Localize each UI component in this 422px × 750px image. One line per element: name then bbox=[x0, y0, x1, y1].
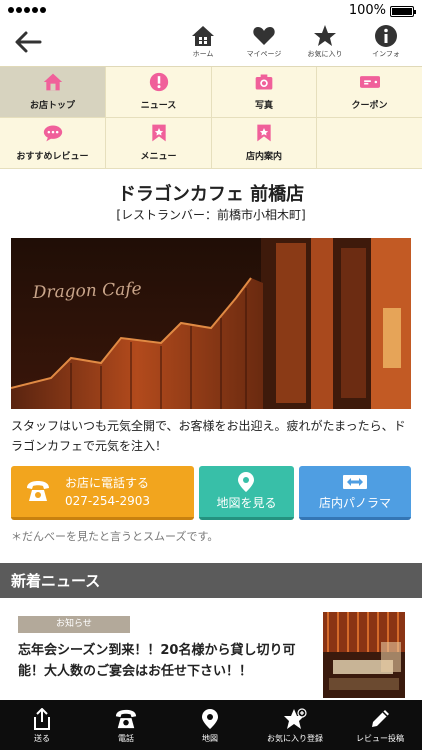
call-label: お店に電話する bbox=[65, 476, 150, 490]
star-icon bbox=[314, 25, 336, 46]
menu-item-menu[interactable]: メニュー bbox=[106, 118, 212, 169]
info-icon bbox=[375, 25, 397, 47]
menu-empty-cell bbox=[317, 118, 422, 169]
header-nav-mypage[interactable]: マイページ bbox=[239, 24, 289, 64]
header-nav-label: マイページ bbox=[246, 50, 282, 58]
news-section-header: 新着ニュース bbox=[0, 563, 422, 598]
view-map-button[interactable]: 地図を見る bbox=[199, 466, 294, 520]
back-arrow-icon[interactable] bbox=[12, 26, 44, 58]
menu-item-label: お店トップ bbox=[29, 101, 75, 111]
call-shop-button[interactable]: お店に電話する 027-254-2903 bbox=[11, 466, 194, 520]
menu-item-label: 店内案内 bbox=[245, 152, 282, 162]
phone-icon bbox=[27, 481, 49, 501]
shop-description: スタッフはいつも元気全開で、お客様をお出迎え。疲れがたまったら、ドラゴンカフェで… bbox=[11, 419, 406, 453]
panorama-button[interactable]: 店内パノラマ bbox=[299, 466, 411, 520]
tab-map[interactable]: 地図 bbox=[168, 700, 252, 750]
news-heading: 新着ニュース bbox=[11, 572, 101, 590]
map-label: 地図を見る bbox=[216, 496, 277, 510]
header-nav-label: お気に入り bbox=[307, 50, 343, 58]
tab-add-favorite[interactable]: お気に入り登録 bbox=[252, 700, 338, 750]
map-pin-icon bbox=[202, 709, 218, 729]
shop-menu-grid: お店トップ ニュース 写真 クーポン おすすめレビュー メニュー 店内案内 bbox=[0, 66, 422, 169]
menu-item-shop-top[interactable]: お店トップ bbox=[0, 67, 106, 118]
header: ホーム マイページ お気に入り インフォ bbox=[0, 22, 422, 66]
news-title: 忘年会シーズン到来！！20名様から貸し切り可能！大人数のご宴会はお任せ下さい！！ bbox=[18, 643, 296, 679]
heart-icon bbox=[253, 27, 275, 45]
tab-label: レビュー投稿 bbox=[356, 734, 404, 743]
header-nav-label: ホーム bbox=[192, 50, 214, 58]
alert-icon bbox=[149, 72, 168, 92]
share-icon bbox=[34, 708, 50, 730]
status-bar: 100% bbox=[0, 0, 422, 22]
tab-label: 送る bbox=[34, 734, 50, 743]
news-thumbnail-image bbox=[323, 612, 405, 698]
header-nav-info[interactable]: インフォ bbox=[361, 24, 411, 64]
battery-icon bbox=[390, 6, 416, 17]
tab-label: 電話 bbox=[118, 734, 134, 743]
panorama-label: 店内パノラマ bbox=[318, 496, 391, 510]
star-add-icon bbox=[284, 708, 307, 729]
bookmark-icon bbox=[151, 124, 166, 142]
tab-post-review[interactable]: レビュー投稿 bbox=[338, 700, 422, 750]
mention-note: ＊だんべーを見たと言うとスムーズです。 bbox=[11, 530, 219, 543]
home-icon bbox=[192, 26, 214, 46]
shop-photo: Dragon Cafe bbox=[11, 238, 411, 409]
menu-item-photos[interactable]: 写真 bbox=[212, 67, 317, 118]
menu-item-label: おすすめレビュー bbox=[16, 152, 89, 162]
photo-sign-text: Dragon Cafe bbox=[31, 279, 141, 303]
tab-label: お気に入り登録 bbox=[267, 734, 323, 743]
header-nav-label: インフォ bbox=[372, 50, 400, 58]
bottom-tab-bar: 送る 電話 地図 お気に入り登録 レビュー投稿 bbox=[0, 700, 422, 750]
menu-item-label: メニュー bbox=[140, 152, 177, 162]
phone-number: 027-254-2903 bbox=[65, 494, 151, 508]
shop-interior-image: Dragon Cafe bbox=[11, 238, 411, 409]
menu-item-reviews[interactable]: おすすめレビュー bbox=[0, 118, 106, 169]
shop-name: ドラゴンカフェ 前橋店 bbox=[117, 184, 305, 205]
chat-icon bbox=[43, 125, 62, 142]
menu-item-label: ニュース bbox=[140, 101, 177, 111]
news-category-badge: お知らせ bbox=[18, 616, 130, 633]
header-nav-home[interactable]: ホーム bbox=[178, 24, 228, 64]
header-nav-favorites[interactable]: お気に入り bbox=[300, 24, 350, 64]
tab-share[interactable]: 送る bbox=[0, 700, 84, 750]
menu-item-news[interactable]: ニュース bbox=[106, 67, 212, 118]
menu-item-label: クーポン bbox=[351, 101, 388, 111]
menu-item-floor-guide[interactable]: 店内案内 bbox=[212, 118, 317, 169]
home-icon bbox=[43, 73, 62, 91]
camera-icon bbox=[255, 74, 273, 90]
pencil-icon bbox=[372, 710, 389, 727]
bookmark-icon bbox=[257, 124, 271, 142]
signal-icon bbox=[8, 7, 46, 13]
tab-label: 地図 bbox=[202, 734, 218, 743]
tab-phone[interactable]: 電話 bbox=[84, 700, 168, 750]
panorama-icon bbox=[343, 475, 367, 489]
menu-item-label: 写真 bbox=[254, 101, 273, 111]
map-pin-icon bbox=[238, 472, 254, 492]
battery-percentage: 100% bbox=[348, 3, 386, 18]
menu-item-coupon[interactable]: クーポン bbox=[317, 67, 422, 118]
coupon-icon bbox=[359, 76, 380, 88]
phone-icon bbox=[115, 709, 137, 729]
shop-category: [レストランバー：前橋市小相木町] bbox=[116, 208, 306, 222]
news-item[interactable]: お知らせ 忘年会シーズン到来！！20名様から貸し切り可能！大人数のご宴会はお任せ… bbox=[0, 598, 422, 700]
news-thumbnail bbox=[323, 612, 405, 698]
